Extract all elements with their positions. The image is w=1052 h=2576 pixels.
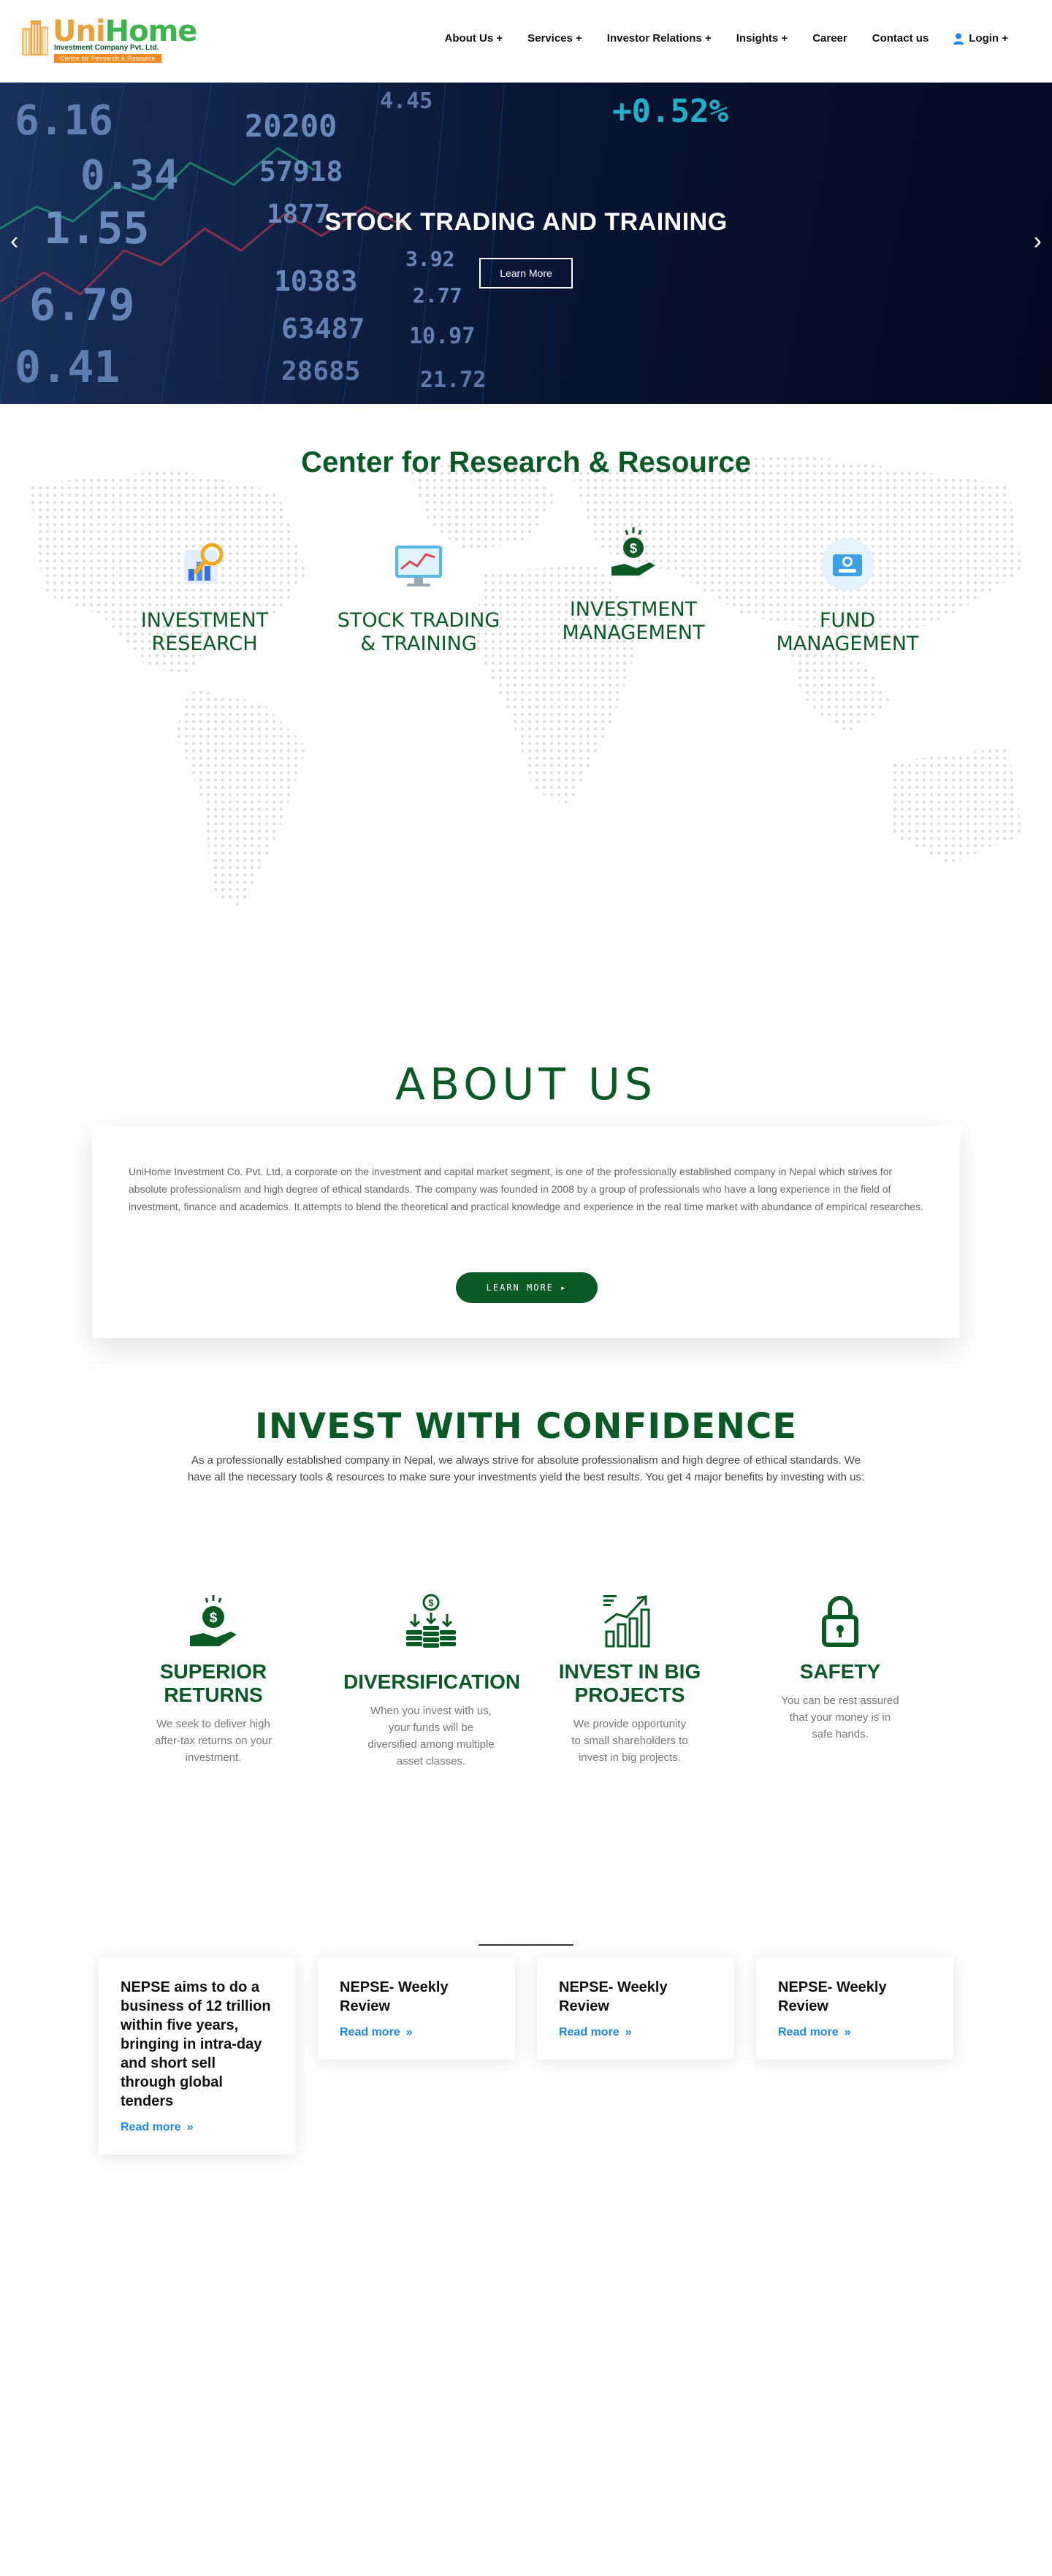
ticker-number: 3.92: [405, 247, 455, 271]
logo-subtitle: Investment Company Pvt. Ltd.: [54, 44, 159, 52]
growth-chart-icon: [603, 1595, 650, 1648]
double-chevron-right-icon: »: [186, 2121, 194, 2133]
double-chevron-right-icon: »: [844, 2026, 851, 2038]
research-section: Center for Research & Resource INVESTMEN…: [0, 404, 1052, 974]
ticker-number: 2.77: [413, 283, 462, 307]
service-card-label: INVESTMENT MANAGEMENT: [562, 598, 705, 644]
hero-learn-more-button[interactable]: Learn More: [479, 258, 573, 288]
ticker-number: 57918: [259, 156, 343, 188]
service-card-label: INVESTMENT RESEARCH: [140, 609, 269, 655]
service-card-investment-management[interactable]: $ INVESTMENT MANAGEMENT: [538, 524, 728, 685]
service-card-label: STOCK TRADING & TRAINING: [337, 609, 500, 655]
service-card-label: FUND MANAGEMENT: [776, 609, 919, 655]
about-card: UniHome Investment Co. Pvt. Ltd, a corpo…: [92, 1126, 960, 1338]
ticker-number: 10.97: [409, 324, 476, 349]
benefit-superior-returns: $ SUPERIOR RETURNS We seek to deliver hi…: [140, 1592, 286, 1766]
invest-intro: As a professionally established company …: [187, 1454, 865, 1483]
ticker-number: 10383: [274, 265, 358, 297]
svg-text:$: $: [428, 1597, 434, 1608]
benefit-big-projects: INVEST IN BIG PROJECTS We provide opport…: [549, 1592, 710, 1766]
invest-title: INVEST WITH CONFIDENCE: [254, 1406, 798, 1447]
main-nav: About Us + Services + Investor Relations…: [445, 32, 1008, 45]
nav-services[interactable]: Services +: [527, 32, 582, 45]
double-chevron-right-icon: »: [625, 2026, 632, 2038]
slider-next-arrow[interactable]: ›: [1034, 229, 1042, 253]
ticker-number: 20200: [245, 108, 338, 144]
slider-prev-arrow[interactable]: ‹: [10, 229, 18, 253]
login-button[interactable]: Login +: [953, 32, 1008, 45]
ticker-number: 4.45: [380, 88, 433, 114]
logo-tagline: Centre for Research & Resource: [54, 54, 161, 63]
section-divider: [479, 1944, 573, 1946]
research-title: Center for Research & Resource: [301, 446, 751, 478]
ticker-change: +0.52%: [612, 93, 728, 130]
logo[interactable]: UniHome Investment Company Pvt. Ltd. Cen…: [19, 15, 197, 67]
read-more-link[interactable]: Read more»: [340, 2026, 493, 2039]
benefit-description: We seek to deliver high after-tax return…: [154, 1718, 272, 1764]
benefit-description: You can be rest assured that your money …: [781, 1694, 899, 1740]
monitor-chart-icon: [395, 546, 442, 586]
hero-slider: 6.16 20200 4.45 0.34 57918 1.55 1877 3.9…: [0, 83, 1052, 404]
ticker-number: 63487: [281, 313, 365, 345]
service-card-stock-trading[interactable]: STOCK TRADING & TRAINING: [324, 535, 514, 696]
lock-icon: [822, 1596, 858, 1647]
ticker-number: 6.16: [15, 97, 113, 145]
news-title[interactable]: NEPSE aims to do a business of 12 trilli…: [121, 1978, 274, 2111]
ticker-number: 28685: [281, 356, 361, 386]
ticker-number: 0.34: [80, 152, 179, 199]
news-card[interactable]: NEPSE- Weekly Review Read more»: [537, 1957, 734, 2060]
nav-insights[interactable]: Insights +: [736, 32, 788, 45]
hero-title: STOCK TRADING AND TRAINING: [324, 208, 728, 236]
about-learn-more-button[interactable]: LEARN MORE ▸: [456, 1272, 598, 1303]
hand-coin-icon: $: [611, 527, 655, 576]
read-more-link[interactable]: Read more»: [559, 2026, 712, 2039]
double-chevron-right-icon: »: [405, 2026, 413, 2038]
read-more-link[interactable]: Read more»: [121, 2121, 274, 2134]
news-title[interactable]: NEPSE- Weekly Review: [778, 1978, 931, 2016]
nav-investor-relations[interactable]: Investor Relations +: [607, 32, 712, 45]
svg-text:$: $: [210, 1610, 218, 1626]
ticker-number: 6.79: [29, 280, 135, 331]
news-title[interactable]: NEPSE- Weekly Review: [340, 1978, 493, 2016]
camera-wallet-icon: [821, 538, 874, 591]
user-icon: [953, 33, 964, 45]
read-more-link[interactable]: Read more»: [778, 2026, 931, 2039]
magnifier-chart-icon: [184, 543, 224, 584]
benefit-description: When you invest with us, your funds will…: [367, 1705, 495, 1767]
news-card[interactable]: NEPSE- Weekly Review Read more»: [756, 1957, 953, 2060]
hand-coin-icon: $: [190, 1595, 237, 1646]
news-title[interactable]: NEPSE- Weekly Review: [559, 1978, 712, 2016]
benefit-title: SUPERIOR RETURNS: [159, 1660, 267, 1706]
benefit-title: INVEST IN BIG PROJECTS: [558, 1660, 701, 1706]
service-card-investment-research[interactable]: INVESTMENT RESEARCH: [110, 535, 300, 696]
about-text: UniHome Investment Co. Pvt. Ltd, a corpo…: [129, 1166, 923, 1212]
building-logo-icon: [22, 20, 48, 56]
benefit-diversification: $ DIVERSIFICATION When you invest with u…: [343, 1592, 521, 1770]
news-card[interactable]: NEPSE- Weekly Review Read more»: [318, 1957, 515, 2060]
site-header: UniHome Investment Company Pvt. Ltd. Cen…: [0, 0, 1052, 83]
service-card-fund-management[interactable]: FUND MANAGEMENT: [752, 535, 942, 696]
svg-text:$: $: [630, 541, 637, 556]
benefit-title: DIVERSIFICATION: [343, 1670, 521, 1693]
ticker-number: 21.72: [420, 367, 487, 393]
login-label: Login +: [969, 32, 1008, 45]
ticker-number: 0.41: [15, 342, 121, 393]
about-title: ABOUT US: [394, 1059, 658, 1110]
benefit-title: SAFETY: [799, 1660, 881, 1683]
diversification-coins-icon: $: [406, 1594, 456, 1648]
news-card[interactable]: NEPSE aims to do a business of 12 trilli…: [99, 1957, 296, 2155]
benefit-safety: SAFETY You can be rest assured that your…: [763, 1592, 917, 1743]
nav-contact-us[interactable]: Contact us: [872, 32, 929, 45]
benefit-description: We provide opportunity to small sharehol…: [571, 1718, 688, 1764]
nav-career[interactable]: Career: [812, 32, 847, 45]
nav-about-us[interactable]: About Us +: [445, 32, 503, 45]
